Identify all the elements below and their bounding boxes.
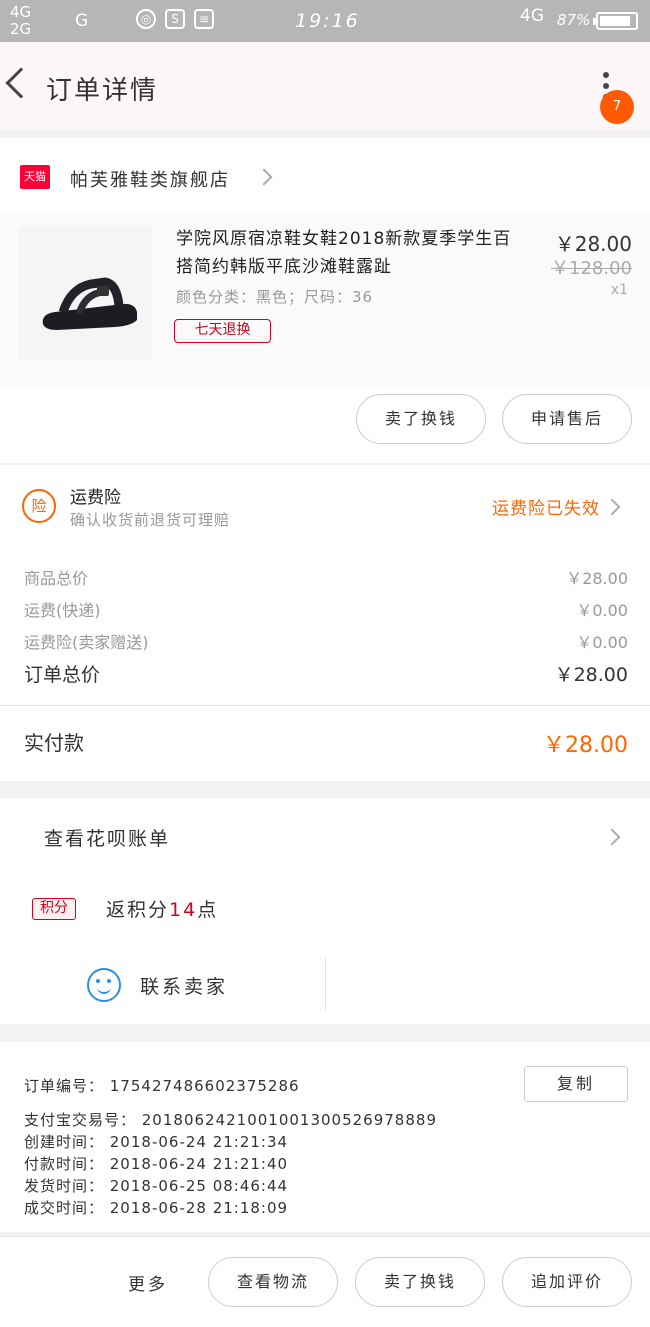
fee-label: 商品总价 [24, 569, 89, 588]
resell-button[interactable]: 卖了换钱 [355, 1257, 485, 1307]
chevron-right-icon [603, 498, 621, 516]
page-title: 订单详情 [46, 76, 159, 106]
created-time: 创建时间： 2018-06-24 21:21:34 [24, 1133, 289, 1151]
after-sales-button[interactable]: 申请售后 [502, 394, 632, 444]
battery-percent: 87% [557, 11, 591, 29]
tmall-logo: 天猫 [20, 165, 50, 189]
storage-icon: ≡ [194, 9, 214, 29]
product-image[interactable] [19, 226, 153, 360]
points-prefix: 返积分 [106, 899, 170, 921]
append-review-button[interactable]: 追加评价 [502, 1257, 632, 1307]
sync-icon: ◎ [136, 9, 156, 29]
actual-payment-label: 实付款 [24, 731, 84, 755]
copy-button[interactable]: 复制 [524, 1066, 628, 1102]
chevron-right-icon [255, 168, 273, 186]
huabei-bill-link[interactable]: 查看花呗账单 [44, 824, 170, 851]
points-suffix: 点 [197, 899, 219, 921]
signal-g-label: G [75, 11, 89, 31]
actual-payment-row: 实付款 ￥28.00 [24, 727, 628, 758]
order-total-label: 订单总价 [24, 664, 101, 686]
battery-fill [600, 16, 630, 26]
divider [0, 705, 650, 706]
points-tag: 积分 [32, 898, 76, 920]
message-count-badge: 7 [600, 90, 634, 124]
product-quantity: x1 [610, 282, 628, 298]
paid-time: 付款时间： 2018-06-24 21:21:40 [24, 1155, 289, 1173]
fee-row-insurance: 运费险(卖家赠送) ￥0.00 [24, 629, 628, 653]
contact-seller-button[interactable]: 联系卖家 [140, 972, 228, 999]
chevron-right-icon [603, 828, 621, 846]
order-item[interactable]: 学院风原宿凉鞋女鞋2018新款夏季学生百搭简约韩版平底沙滩鞋露趾 颜色分类：黑色… [0, 214, 650, 388]
status-bar: 4G 2G G ◎ S ≡ 19:16 4G 87% [0, 0, 650, 42]
fee-value: ￥28.00 [566, 569, 628, 588]
clock: 19:16 [295, 10, 360, 32]
more-button[interactable]: 更多 [128, 1270, 168, 1295]
product-title[interactable]: 学院风原宿凉鞋女鞋2018新款夏季学生百搭简约韩版平底沙滩鞋露趾 [176, 225, 526, 281]
app-s-icon: S [165, 9, 185, 29]
fee-label: 运费险(卖家赠送) [24, 633, 149, 652]
seven-day-return-tag: 七天退换 [174, 319, 271, 343]
chat-face-icon[interactable] [87, 968, 121, 1002]
fee-row-goods: 商品总价 ￥28.00 [24, 565, 628, 589]
actual-payment-value: ￥28.00 [543, 733, 628, 758]
completed-time: 成交时间： 2018-06-28 21:18:09 [24, 1199, 289, 1217]
notification-icons: ◎ S ≡ [136, 9, 214, 29]
fee-row-shipping: 运费(快递) ￥0.00 [24, 597, 628, 621]
shop-header[interactable]: 天猫 帕芙雅鞋类旗舰店 [0, 138, 650, 214]
back-arrow-icon[interactable] [5, 67, 37, 99]
resell-button[interactable]: 卖了换钱 [356, 394, 486, 444]
shipped-time: 发货时间： 2018-06-25 08:46:44 [24, 1177, 289, 1195]
signal-bottom-label: 2G [10, 20, 32, 38]
points-text: 返积分14点 [106, 895, 218, 922]
view-logistics-button[interactable]: 查看物流 [208, 1257, 338, 1307]
insurance-subtitle: 确认收货前退货可理赔 [70, 511, 231, 529]
fee-value: ￥0.00 [576, 601, 628, 620]
pricing-section: 险 运费险 确认收货前退货可理赔 运费险已失效 商品总价 ￥28.00 运费(快… [0, 465, 650, 781]
product-sku: 颜色分类：黑色；尺码：36 [176, 288, 374, 306]
signal-top-label: 4G [10, 3, 32, 21]
alipay-trade-number: 支付宝交易号： 2018062421001001300526978889 [24, 1111, 437, 1129]
divider [325, 958, 326, 1010]
fee-label: 运费(快递) [24, 601, 101, 620]
insurance-title: 运费险 [70, 488, 121, 508]
sandal-icon [42, 277, 137, 330]
shop-section: 天猫 帕芙雅鞋类旗舰店 学院风原宿凉鞋女鞋2018新款夏季学生百搭简约韩版平底沙… [0, 138, 650, 463]
extras-section: 查看花呗账单 积分 返积分14点 联系卖家 [0, 798, 650, 1024]
order-number: 订单编号： 175427486602375286 [24, 1077, 300, 1095]
shop-name[interactable]: 帕芙雅鞋类旗舰店 [70, 166, 230, 192]
order-total-value: ￥28.00 [554, 664, 628, 686]
insurance-status[interactable]: 运费险已失效 [492, 494, 600, 519]
nav-bar: 订单详情 7 [0, 42, 650, 130]
product-price: ￥28.00 [554, 232, 632, 256]
network-label: 4G [520, 6, 544, 26]
insurance-icon: 险 [22, 489, 56, 523]
product-original-price: ￥128.00 [551, 258, 632, 279]
signal-indicator: 4G 2G [10, 4, 31, 38]
order-total-row: 订单总价 ￥28.00 [24, 660, 628, 687]
points-count: 14 [169, 899, 198, 921]
bottom-action-bar: 更多 查看物流 卖了换钱 追加评价 [0, 1236, 650, 1327]
battery-icon [593, 12, 638, 30]
fee-value: ￥0.00 [576, 633, 628, 652]
order-info-section: 订单编号： 175427486602375286 复制 支付宝交易号： 2018… [0, 1042, 650, 1232]
